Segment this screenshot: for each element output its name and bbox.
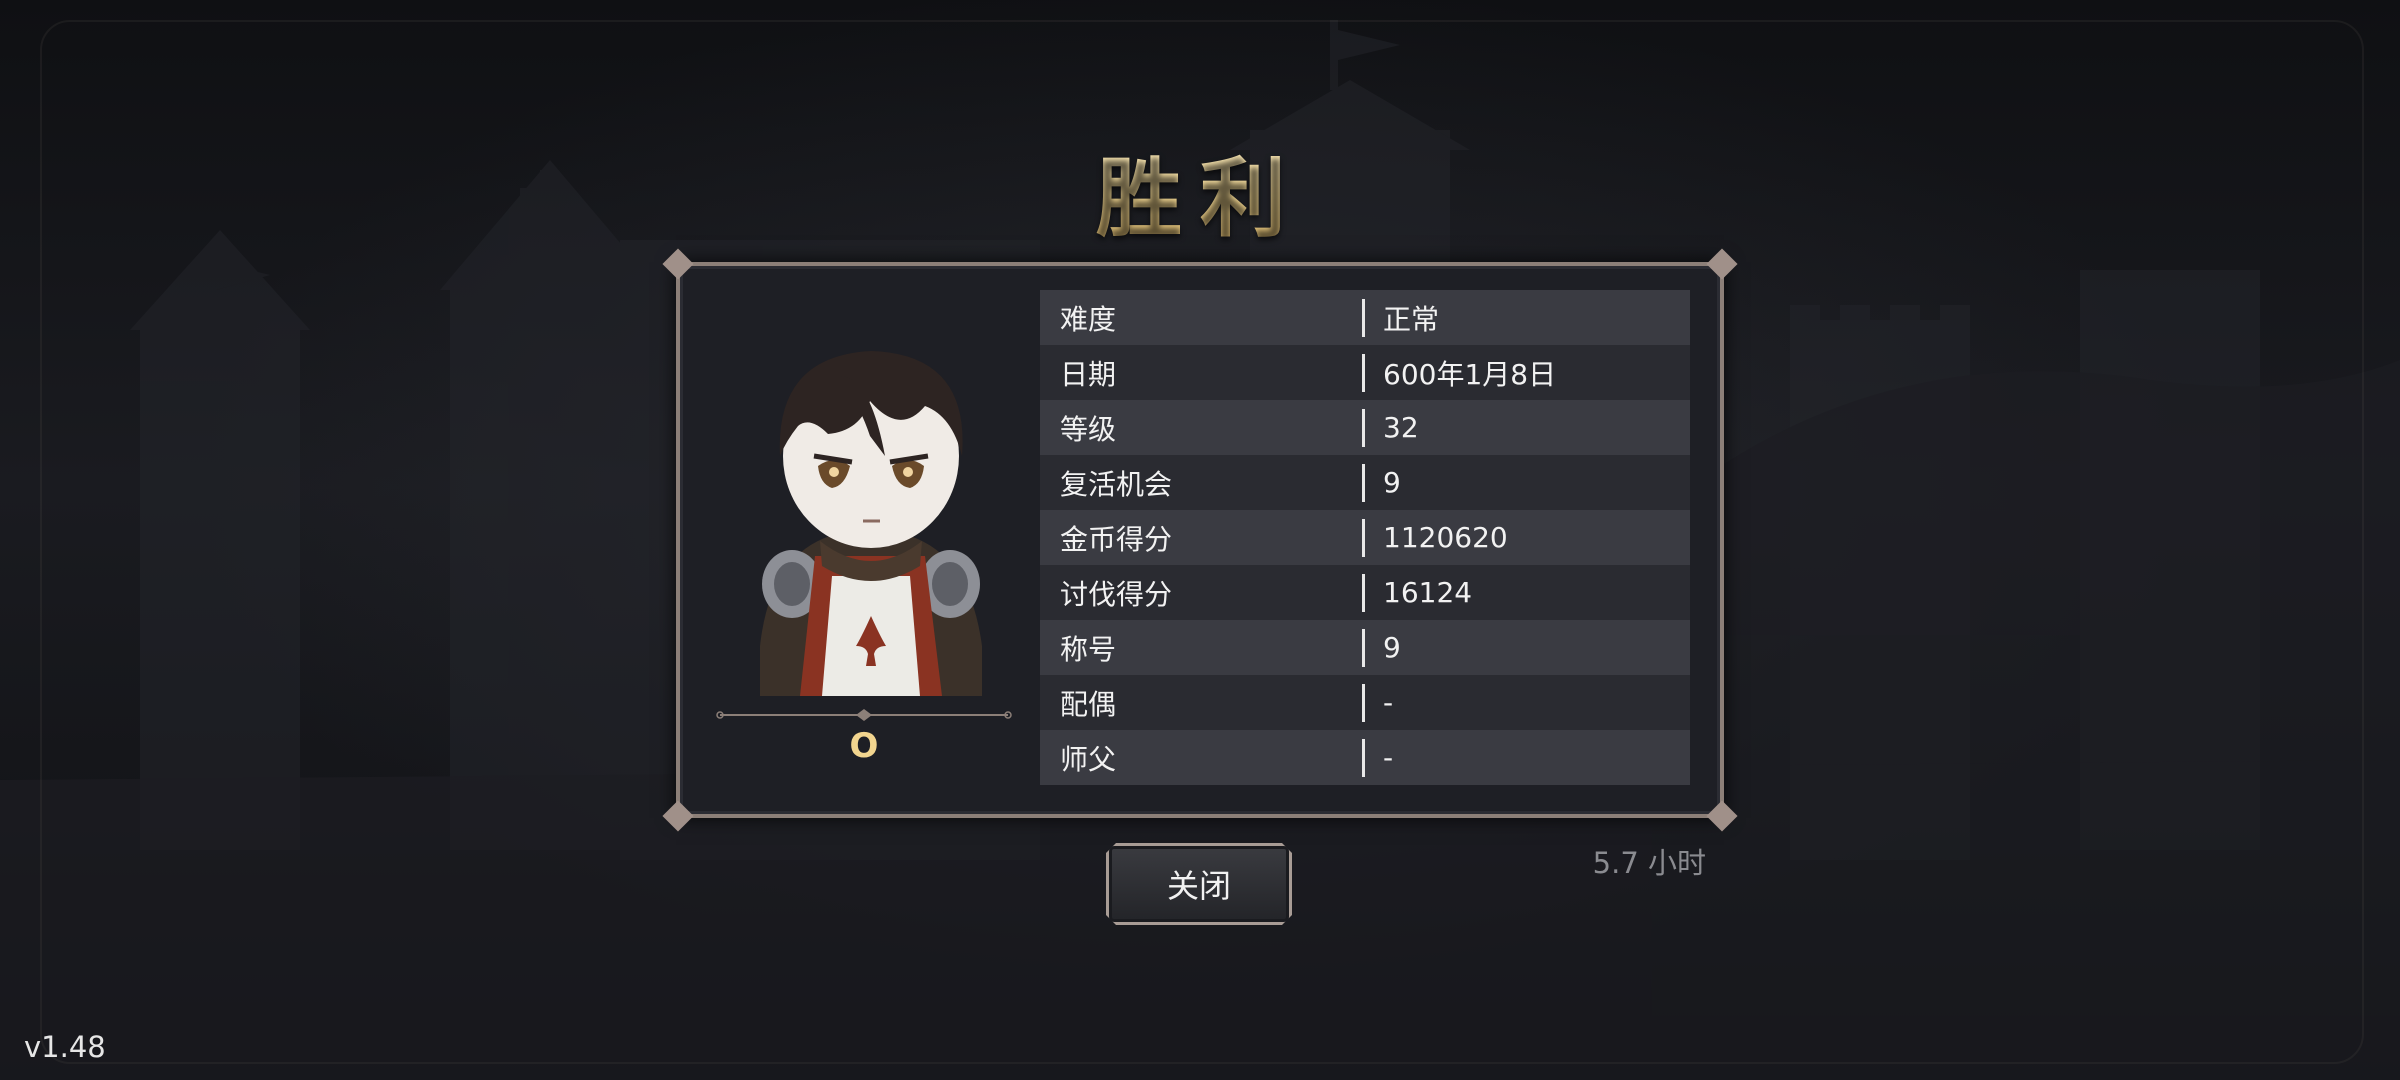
stat-value: 9 — [1383, 466, 1401, 499]
character-portrait — [760, 351, 982, 696]
stat-label: 称号 — [1060, 632, 1117, 666]
stat-row-title: 称号 9 — [1040, 620, 1690, 675]
column-separator — [1362, 408, 1365, 447]
stat-row-revives: 复活机会 9 — [1040, 455, 1690, 510]
stat-label: 日期 — [1060, 357, 1117, 391]
column-separator — [1362, 353, 1365, 392]
stat-value: - — [1383, 686, 1394, 719]
version-label: v1.48 — [24, 1030, 106, 1064]
column-separator — [1362, 573, 1365, 612]
stats-table: 难度 正常 日期 600年1月8日 等级 32 复活机会 9 金币得分 1120… — [1040, 290, 1690, 785]
stat-label: 难度 — [1060, 302, 1117, 336]
stat-value: 正常 — [1383, 302, 1440, 336]
stat-label: 师父 — [1060, 742, 1117, 776]
close-button[interactable]: 关闭 — [1106, 843, 1292, 925]
stat-label: 配偶 — [1060, 687, 1117, 721]
stat-label: 等级 — [1060, 412, 1117, 446]
stat-row-difficulty: 难度 正常 — [1040, 290, 1690, 345]
result-panel: O 难度 正常 日期 600年1月8日 等级 32 复活机会 9 金币得分 11… — [662, 248, 1738, 832]
stat-value: 9 — [1383, 631, 1401, 664]
victory-title: 胜利 — [0, 128, 2400, 253]
stat-row-spouse: 配偶 - — [1040, 675, 1690, 730]
column-separator — [1362, 738, 1365, 777]
stat-row-level: 等级 32 — [1040, 400, 1690, 455]
stat-value: 32 — [1383, 411, 1419, 444]
stat-value: 600年1月8日 — [1383, 357, 1557, 391]
column-separator — [1362, 518, 1365, 557]
playtime-label: 5.7 小时 — [1592, 846, 1706, 880]
character-name: O — [849, 726, 879, 766]
stat-row-master: 师父 - — [1040, 730, 1690, 785]
stat-value: 1120620 — [1383, 521, 1508, 554]
stat-row-gold-score: 金币得分 1120620 — [1040, 510, 1690, 565]
stat-value: - — [1383, 741, 1394, 774]
column-separator — [1362, 628, 1365, 667]
ornamental-divider — [716, 709, 1012, 721]
stat-label: 金币得分 — [1060, 522, 1173, 556]
stat-row-date: 日期 600年1月8日 — [1040, 345, 1690, 400]
column-separator — [1362, 298, 1365, 337]
victory-screen: 胜利 O 难度 正常 日期 600年1月8日 等级 32 复活机会 9 金币得分… — [0, 0, 2400, 1080]
stat-label: 复活机会 — [1060, 467, 1173, 501]
stat-row-conquest-score: 讨伐得分 16124 — [1040, 565, 1690, 620]
stat-label: 讨伐得分 — [1060, 577, 1173, 611]
column-separator — [1362, 683, 1365, 722]
stat-value: 16124 — [1383, 576, 1473, 609]
column-separator — [1362, 463, 1365, 502]
